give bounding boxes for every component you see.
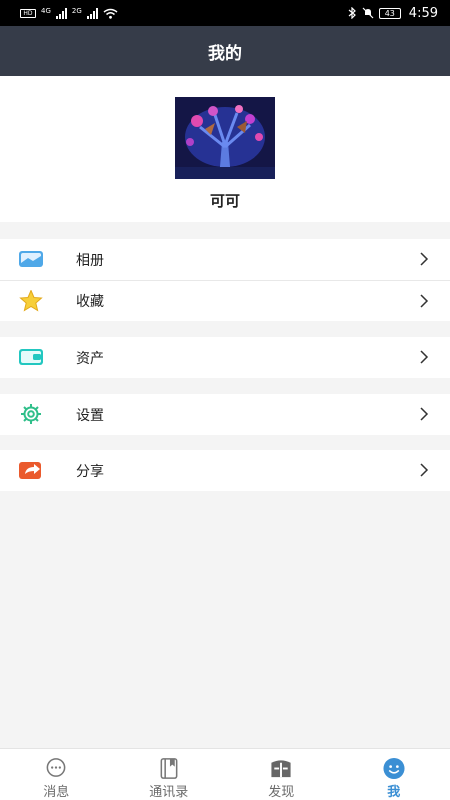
page-title: 我的 xyxy=(208,43,242,64)
menu-item-settings[interactable]: 设置 xyxy=(0,394,450,435)
wifi-icon xyxy=(103,8,118,19)
chevron-right-icon xyxy=(420,350,429,364)
mute-bell-icon xyxy=(362,7,374,19)
contacts-icon xyxy=(160,758,178,779)
status-left: HD 4G 2G xyxy=(20,6,118,19)
bluetooth-icon xyxy=(348,7,356,19)
profile-section: 可可 xyxy=(0,76,450,222)
menu-item-assets[interactable]: 资产 xyxy=(0,337,450,378)
album-icon xyxy=(19,251,43,267)
favorites-label: 收藏 xyxy=(76,294,104,310)
status-bar: HD 4G 2G 43 4:59 xyxy=(0,0,450,26)
chevron-right-icon xyxy=(420,252,429,266)
discover-icon xyxy=(271,760,291,778)
chevron-right-icon xyxy=(420,463,429,477)
tab-discover[interactable]: 发现 xyxy=(225,749,338,800)
hd-badge: HD xyxy=(20,8,36,18)
me-icon xyxy=(383,757,405,780)
title-bar: 我的 xyxy=(0,26,450,76)
share-icon xyxy=(19,462,41,479)
gear-icon xyxy=(21,404,41,424)
menu-group-2: 资产 xyxy=(0,337,450,378)
avatar[interactable] xyxy=(175,97,275,179)
tab-contacts[interactable]: 通讯录 xyxy=(113,749,226,800)
tab-me[interactable]: 我 xyxy=(338,749,450,800)
chevron-right-icon xyxy=(420,294,429,308)
menu-group-3: 设置 xyxy=(0,394,450,435)
nickname: 可可 xyxy=(209,192,240,210)
status-right: 43 4:59 xyxy=(348,6,438,21)
battery-icon: 43 xyxy=(378,7,401,19)
album-label: 相册 xyxy=(76,252,104,269)
avatar-image xyxy=(175,97,275,179)
menu-group-1: 相册 收藏 xyxy=(0,239,450,321)
network-type-1: 4G xyxy=(41,6,51,15)
settings-label: 设置 xyxy=(76,407,104,424)
signal-icon xyxy=(55,7,67,19)
share-label: 分享 xyxy=(76,463,104,480)
network-type-2: 2G xyxy=(71,6,82,15)
chevron-right-icon xyxy=(420,407,429,421)
wallet-icon xyxy=(19,349,43,365)
menu-item-album[interactable]: 相册 xyxy=(0,239,450,280)
signal-icon-2 xyxy=(86,7,98,19)
menu-item-favorites[interactable]: 收藏 xyxy=(0,280,450,321)
assets-label: 资产 xyxy=(76,350,104,367)
tab-messages[interactable]: 消息 xyxy=(0,749,113,800)
menu-item-share[interactable]: 分享 xyxy=(0,450,450,491)
tab-label-discover: 发现 xyxy=(268,785,295,800)
star-icon xyxy=(19,290,43,312)
tab-label-contacts: 通讯录 xyxy=(149,785,189,800)
menu-group-4: 分享 xyxy=(0,450,450,491)
tab-label-messages: 消息 xyxy=(43,785,70,800)
clock: 4:59 xyxy=(408,5,438,21)
message-icon xyxy=(46,758,66,777)
bottom-tab-bar: 消息 通讯录 发现 我 xyxy=(0,748,450,800)
tab-label-me: 我 xyxy=(387,785,401,800)
